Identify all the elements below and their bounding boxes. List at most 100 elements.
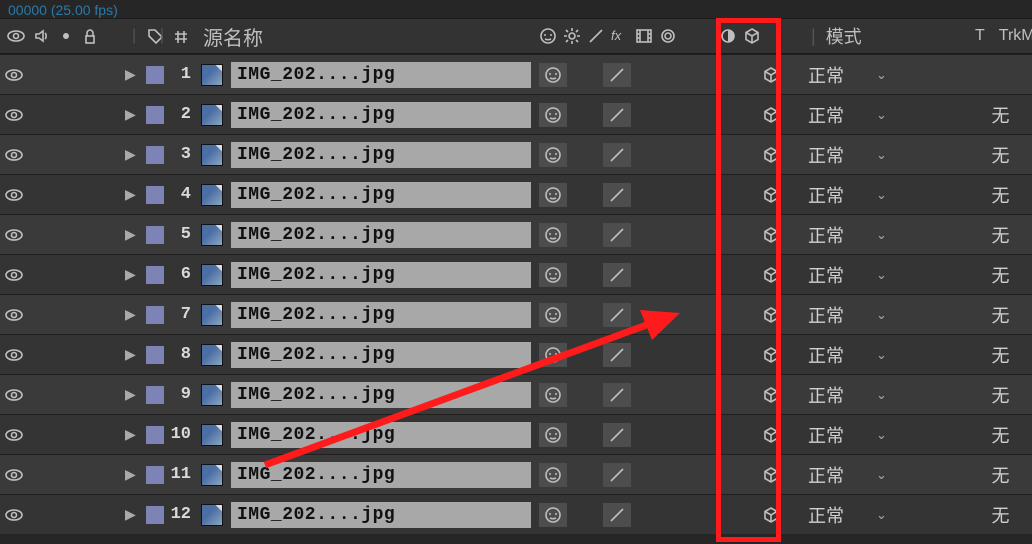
shy-toggle[interactable] — [539, 303, 567, 327]
column-source-name-header[interactable]: 源名称 — [197, 18, 535, 54]
quality-toggle[interactable] — [603, 463, 631, 487]
twirl-icon[interactable]: ▶ — [125, 426, 136, 443]
quality-line-icon[interactable] — [587, 27, 605, 45]
layer-visibility-eye-icon[interactable] — [4, 387, 24, 403]
twirl-icon[interactable]: ▶ — [125, 266, 136, 283]
label-color-chip[interactable] — [146, 66, 164, 84]
track-matte-dropdown[interactable]: 无 — [992, 182, 1010, 208]
layer-3d-toggle[interactable] — [762, 346, 780, 364]
layer-source-name[interactable]: IMG_202....jpg — [231, 262, 531, 288]
layer-visibility-eye-icon[interactable] — [4, 507, 24, 523]
blend-mode-dropdown[interactable]: 正常 — [808, 222, 866, 248]
layer-3d-toggle[interactable] — [762, 306, 780, 324]
shy-toggle[interactable] — [539, 423, 567, 447]
layer-source-name[interactable]: IMG_202....jpg — [231, 102, 531, 128]
layer-visibility-eye-icon[interactable] — [4, 67, 24, 83]
twirl-icon[interactable]: ▶ — [125, 106, 136, 123]
cube-3d-icon[interactable] — [743, 27, 761, 45]
shy-toggle[interactable] — [539, 63, 567, 87]
blend-mode-dropdown[interactable]: 正常 — [808, 142, 866, 168]
quality-toggle[interactable] — [603, 343, 631, 367]
layer-visibility-eye-icon[interactable] — [4, 467, 24, 483]
column-mode-header[interactable]: |模式 — [794, 18, 969, 54]
shy-toggle[interactable] — [539, 463, 567, 487]
layer-visibility-eye-icon[interactable] — [4, 187, 24, 203]
label-color-chip[interactable] — [146, 106, 164, 124]
twirl-icon[interactable]: ▶ — [125, 466, 136, 483]
track-matte-dropdown[interactable]: 无 — [992, 342, 1010, 368]
shy-toggle[interactable] — [539, 223, 567, 247]
label-color-chip[interactable] — [146, 186, 164, 204]
shy-toggle[interactable] — [539, 343, 567, 367]
layer-3d-toggle[interactable] — [762, 106, 780, 124]
twirl-icon[interactable]: ▶ — [125, 66, 136, 83]
blend-mode-dropdown[interactable]: 正常 — [808, 382, 866, 408]
layer-source-name[interactable]: IMG_202....jpg — [231, 302, 531, 328]
shy-toggle[interactable] — [539, 383, 567, 407]
quality-toggle[interactable] — [603, 383, 631, 407]
twirl-icon[interactable]: ▶ — [125, 346, 136, 363]
track-matte-dropdown[interactable]: 无 — [992, 422, 1010, 448]
label-color-chip[interactable] — [146, 466, 164, 484]
twirl-icon[interactable]: ▶ — [125, 386, 136, 403]
layer-3d-toggle[interactable] — [762, 266, 780, 284]
quality-toggle[interactable] — [603, 303, 631, 327]
blend-mode-dropdown[interactable]: 正常 — [808, 262, 866, 288]
twirl-icon[interactable]: ▶ — [125, 186, 136, 203]
layer-visibility-eye-icon[interactable] — [4, 107, 24, 123]
quality-toggle[interactable] — [603, 263, 631, 287]
lock-icon[interactable] — [82, 28, 98, 44]
quality-toggle[interactable] — [603, 63, 631, 87]
blend-mode-dropdown[interactable]: 正常 — [808, 342, 866, 368]
twirl-icon[interactable]: ▶ — [125, 506, 136, 523]
shy-icon[interactable] — [539, 27, 557, 45]
label-color-chip[interactable] — [146, 346, 164, 364]
layer-source-name[interactable]: IMG_202....jpg — [231, 422, 531, 448]
layer-3d-toggle[interactable] — [762, 226, 780, 244]
label-color-chip[interactable] — [146, 426, 164, 444]
layer-3d-toggle[interactable] — [762, 426, 780, 444]
layer-source-name[interactable]: IMG_202....jpg — [231, 382, 531, 408]
blend-mode-dropdown[interactable]: 正常 — [808, 102, 866, 128]
fx-icon[interactable] — [611, 27, 629, 45]
twirl-icon[interactable]: ▶ — [125, 146, 136, 163]
layer-source-name[interactable]: IMG_202....jpg — [231, 342, 531, 368]
quality-toggle[interactable] — [603, 223, 631, 247]
layer-3d-toggle[interactable] — [762, 466, 780, 484]
track-matte-dropdown[interactable]: 无 — [992, 462, 1010, 488]
quality-toggle[interactable] — [603, 103, 631, 127]
column-trk-header[interactable]: TTrkM — [969, 18, 1032, 54]
layer-source-name[interactable]: IMG_202....jpg — [231, 222, 531, 248]
layer-3d-toggle[interactable] — [762, 186, 780, 204]
layer-3d-toggle[interactable] — [762, 386, 780, 404]
shy-toggle[interactable] — [539, 263, 567, 287]
layer-visibility-eye-icon[interactable] — [4, 147, 24, 163]
shy-toggle[interactable] — [539, 143, 567, 167]
adjustment-icon[interactable] — [719, 27, 737, 45]
layer-visibility-eye-icon[interactable] — [4, 227, 24, 243]
blend-mode-dropdown[interactable]: 正常 — [808, 462, 866, 488]
layer-source-name[interactable]: IMG_202....jpg — [231, 502, 531, 528]
layer-visibility-eye-icon[interactable] — [4, 347, 24, 363]
shy-toggle[interactable] — [539, 183, 567, 207]
twirl-icon[interactable]: ▶ — [125, 306, 136, 323]
track-matte-dropdown[interactable]: 无 — [992, 302, 1010, 328]
layer-visibility-eye-icon[interactable] — [4, 427, 24, 443]
layer-source-name[interactable]: IMG_202....jpg — [231, 62, 531, 88]
blend-mode-dropdown[interactable]: 正常 — [808, 502, 866, 528]
label-color-chip[interactable] — [146, 266, 164, 284]
blend-mode-dropdown[interactable]: 正常 — [808, 422, 866, 448]
layer-3d-toggle[interactable] — [762, 146, 780, 164]
layer-source-name[interactable]: IMG_202....jpg — [231, 142, 531, 168]
eye-icon[interactable] — [6, 28, 26, 44]
label-color-chip[interactable] — [146, 306, 164, 324]
blend-mode-dropdown[interactable]: 正常 — [808, 182, 866, 208]
layer-source-name[interactable]: IMG_202....jpg — [231, 182, 531, 208]
track-matte-dropdown[interactable]: 无 — [992, 142, 1010, 168]
blend-mode-dropdown[interactable]: 正常 — [808, 62, 866, 88]
track-matte-dropdown[interactable]: 无 — [992, 102, 1010, 128]
quality-toggle[interactable] — [603, 183, 631, 207]
quality-toggle[interactable] — [603, 503, 631, 527]
label-color-chip[interactable] — [146, 386, 164, 404]
layer-source-name[interactable]: IMG_202....jpg — [231, 462, 531, 488]
